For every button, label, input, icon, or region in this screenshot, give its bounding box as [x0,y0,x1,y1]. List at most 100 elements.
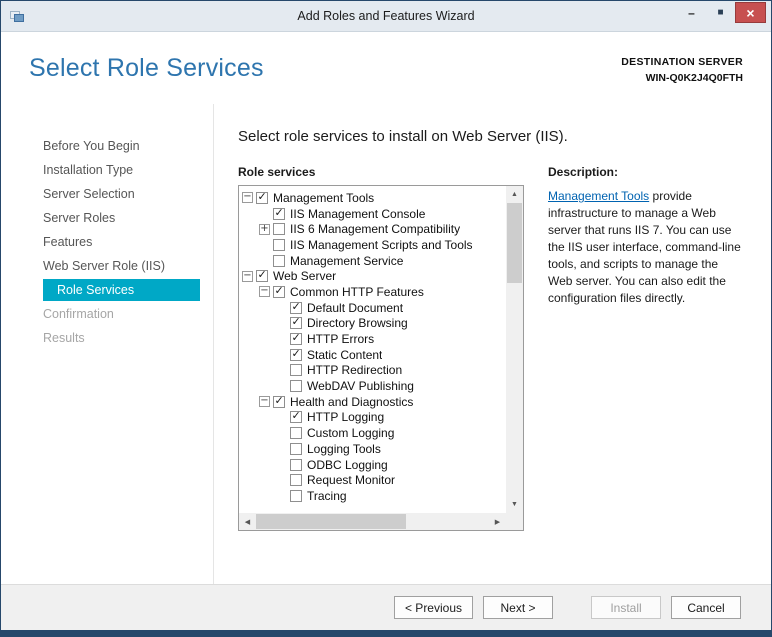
checkbox-default-document[interactable] [290,301,302,314]
tree-item-iis-management-console[interactable]: IIS Management Console [242,206,506,222]
checkbox-http-redirection[interactable] [290,364,302,377]
tree-item-label: HTTP Logging [307,410,385,425]
sidebar-item-results: Results [43,331,85,345]
collapse-icon[interactable]: − [259,396,270,408]
sidebar-nav: Before You Begin Installation Type Server … [1,104,214,584]
expand-icon[interactable]: + [259,223,270,235]
horizontal-scrollbar-thumb[interactable] [256,514,406,529]
tree-item-management-tools[interactable]: − Management Tools [242,190,506,206]
next-button[interactable]: Next > [483,596,553,619]
wizard-app-icon [10,11,24,22]
scroll-up-icon[interactable]: ▲ [506,186,523,203]
collapse-icon[interactable]: − [242,270,253,282]
role-services-treebox: −Management ToolsIIS Management Console+… [238,185,524,531]
management-tools-link[interactable]: Management Tools [548,189,649,203]
checkbox-http-errors[interactable] [290,332,302,346]
tree-item-static-content[interactable]: Static Content [242,347,506,363]
checkbox-web-server[interactable] [256,269,268,283]
scrollbar-corner [506,513,523,530]
sidebar-item-installation-type[interactable]: Installation Type [43,158,213,182]
collapse-icon[interactable]: − [259,286,270,298]
vertical-scrollbar[interactable]: ▲ ▼ [506,186,523,513]
content-heading: Select role services to install on Web S… [238,128,568,145]
main-area: Before You Begin Installation Type Server … [1,104,771,584]
description-text: Management Tools provide infrastructure … [548,188,743,307]
sidebar-item-confirmation: Confirmation [43,307,114,321]
checkbox-management-tools[interactable] [256,191,268,204]
description-text-rest: provide infrastructure to manage a Web s… [548,189,741,306]
checkbox-iis-6-management-compatibility[interactable] [273,223,285,236]
checkbox-tracing[interactable] [290,489,302,502]
tree-item-iis-management-scripts-and-tools[interactable]: IIS Management Scripts and Tools [242,237,506,253]
destination-server-name: WIN-Q0K2J4Q0FTH [645,72,743,85]
tree-item-label: Directory Browsing [307,316,408,331]
previous-button[interactable]: < Previous [393,596,473,619]
tree-item-label: HTTP Redirection [307,363,403,378]
scroll-left-icon[interactable]: ◀ [239,513,256,530]
tree-item-label: Custom Logging [307,426,395,441]
tree-item-label: IIS Management Console [290,206,426,221]
tree-item-request-monitor[interactable]: Request Monitor [242,472,506,488]
maximize-button[interactable]: ■ [706,2,735,23]
checkbox-static-content[interactable] [290,348,302,361]
vertical-scrollbar-thumb[interactable] [507,203,522,283]
checkbox-directory-browsing[interactable] [290,316,302,330]
cancel-button[interactable]: Cancel [671,596,741,619]
role-services-column: Role services −Management ToolsIIS Manag… [238,165,524,531]
tree-item-label: IIS 6 Management Compatibility [290,222,461,237]
tree-item-iis-6-management-compatibility[interactable]: + IIS 6 Management Compatibility [242,221,506,237]
sidebar-item-server-selection[interactable]: Server Selection [43,182,213,206]
window-title: Add Roles and Features Wizard [297,9,475,23]
install-button[interactable]: Install [591,596,661,619]
caption-buttons: – ■ × [677,2,766,23]
minimize-button[interactable]: – [677,2,706,23]
sidebar-item-role-services[interactable]: Role Services [43,279,200,301]
tree-item-default-document[interactable]: Default Document [242,300,506,316]
scroll-down-icon[interactable]: ▼ [506,496,523,513]
tree-item-http-errors[interactable]: HTTP Errors [242,331,506,347]
checkbox-health-and-diagnostics[interactable] [273,395,285,408]
tree-item-label: Request Monitor [307,473,396,488]
sidebar-item-server-roles[interactable]: Server Roles [43,206,213,230]
tree-item-label: Common HTTP Features [290,284,424,299]
scroll-right-icon[interactable]: ▶ [489,513,506,530]
footer-buttons: < Previous Next > Install Cancel [1,584,771,630]
tree-item-label: Static Content [307,347,383,362]
sidebar-item-web-server-role-iis[interactable]: Web Server Role (IIS) [43,254,213,278]
sidebar-item-before-you-begin[interactable]: Before You Begin [43,134,213,158]
tree-item-http-logging[interactable]: HTTP Logging [242,410,506,426]
tree-item-label: Management Service [290,253,404,268]
tree-item-common-http-features[interactable]: − Common HTTP Features [242,284,506,300]
sidebar-item-features[interactable]: Features [43,230,213,254]
tree-item-management-service[interactable]: Management Service [242,253,506,269]
checkbox-http-logging[interactable] [290,410,302,424]
tree-item-webdav-publishing[interactable]: WebDAV Publishing [242,378,506,394]
add-roles-features-wizard-window: Add Roles and Features Wizard – ■ × Sele… [0,0,772,637]
tree-item-label: WebDAV Publishing [307,379,414,394]
checkbox-logging-tools[interactable] [290,442,302,455]
tree-item-label: ODBC Logging [307,457,388,472]
tree-item-odbc-logging[interactable]: ODBC Logging [242,457,506,473]
checkbox-odbc-logging[interactable] [290,458,302,471]
tree-item-custom-logging[interactable]: Custom Logging [242,425,506,441]
wizard-header: Select Role Services DESTINATION SERVER … [1,32,771,104]
tree-item-tracing[interactable]: Tracing [242,488,506,504]
horizontal-scrollbar[interactable]: ◀ ▶ [239,513,506,530]
tree-item-directory-browsing[interactable]: Directory Browsing [242,316,506,332]
collapse-icon[interactable]: − [242,192,253,204]
checkbox-management-service[interactable] [273,254,285,267]
tree-item-health-and-diagnostics[interactable]: − Health and Diagnostics [242,394,506,410]
checkbox-custom-logging[interactable] [290,427,302,440]
window-bottom-edge [1,630,771,636]
checkbox-webdav-publishing[interactable] [290,380,302,393]
tree-item-http-redirection[interactable]: HTTP Redirection [242,363,506,379]
checkbox-iis-management-console[interactable] [273,207,285,220]
description-label: Description: [548,165,619,179]
tree-item-label: Web Server [273,269,337,284]
checkbox-request-monitor[interactable] [290,474,302,487]
checkbox-common-http-features[interactable] [273,285,285,298]
checkbox-iis-management-scripts-and-tools[interactable] [273,238,285,251]
tree-item-logging-tools[interactable]: Logging Tools [242,441,506,457]
close-button[interactable]: × [735,2,766,23]
tree-item-web-server[interactable]: − Web Server [242,268,506,284]
